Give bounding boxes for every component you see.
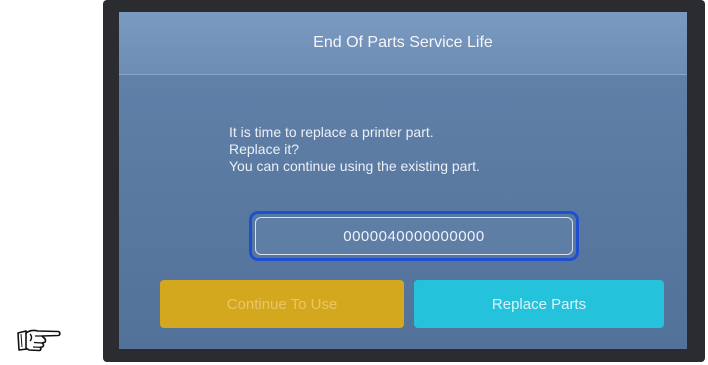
continue-to-use-button[interactable]: Continue To Use xyxy=(160,280,404,328)
message-line: Replace it? xyxy=(229,141,300,157)
part-code-value: 0000040000000000 xyxy=(343,227,485,245)
dialog-title-bar: End Of Parts Service Life xyxy=(119,12,687,75)
part-code-field[interactable]: 0000040000000000 xyxy=(249,211,579,261)
pointing-hand-icon xyxy=(17,329,61,352)
lcd-screen: End Of Parts Service Life It is time to … xyxy=(119,12,687,349)
message-line: You can continue using the existing part… xyxy=(229,158,480,174)
message-line: It is time to replace a printer part. xyxy=(229,124,434,140)
continue-to-use-label: Continue To Use xyxy=(226,295,338,313)
replace-parts-label: Replace Parts xyxy=(491,295,587,313)
dialog-message: It is time to replace a printer part. Re… xyxy=(229,124,649,175)
part-code-inner: 0000040000000000 xyxy=(255,217,573,255)
dialog-title: End Of Parts Service Life xyxy=(313,34,493,51)
replace-parts-button[interactable]: Replace Parts xyxy=(414,280,664,328)
